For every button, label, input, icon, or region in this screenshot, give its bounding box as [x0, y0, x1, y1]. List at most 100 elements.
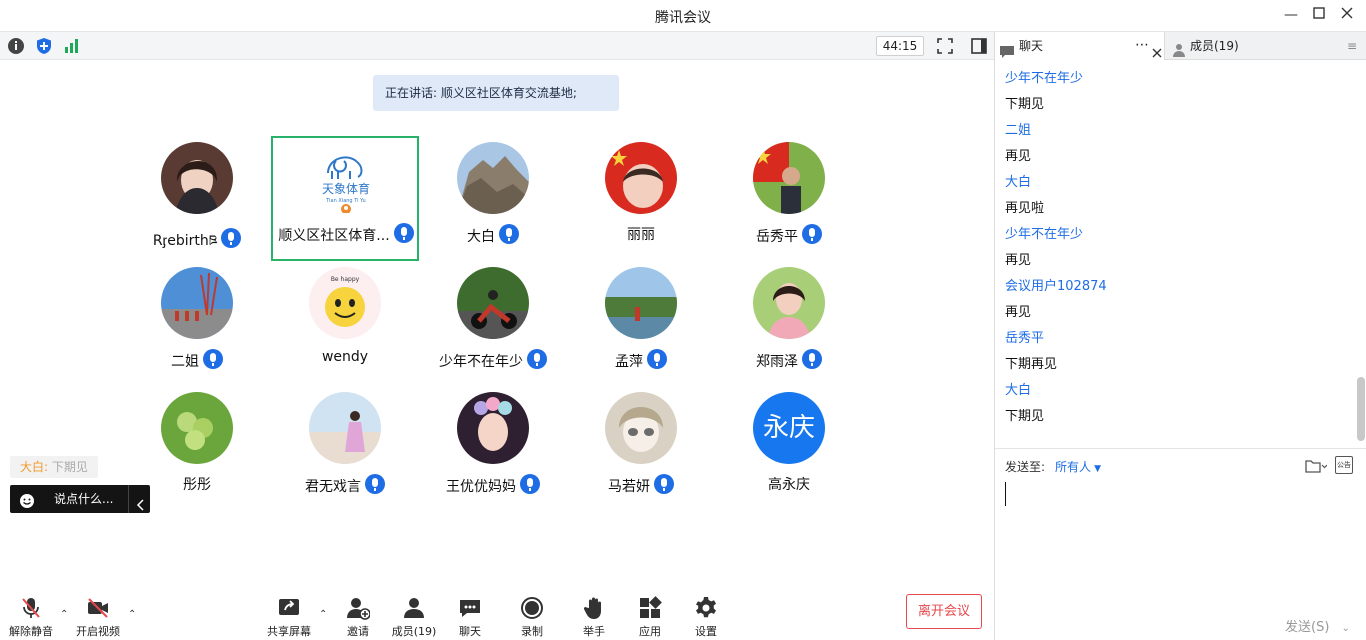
participant-tile-active-speaker[interactable]: 天象体育 Tian Xiang Ti Yu 顺义区社区体育...	[271, 136, 419, 261]
participant-tile[interactable]: 孟萍	[566, 262, 716, 386]
chat-message: 下期见	[1005, 409, 1045, 424]
tab-members[interactable]: 成员(19)	[1166, 32, 1336, 60]
chat-sender: 大白	[1005, 175, 1032, 190]
emoji-icon[interactable]	[19, 491, 35, 519]
chat-scrollbar[interactable]	[1357, 377, 1365, 441]
raise-hand-button[interactable]: 举手	[564, 596, 624, 639]
avatar-badge-text: Be happy	[331, 276, 360, 283]
menu-icon[interactable]: ≡	[1337, 32, 1366, 60]
logo-subtext: Tian Xiang Ti Yu	[325, 198, 365, 204]
send-to-selector[interactable]: 发送至: 所有人 ▼	[1005, 458, 1101, 475]
invite-icon	[347, 598, 370, 620]
notice-icon[interactable]: 公告	[1335, 456, 1353, 474]
chat-input-caret[interactable]	[1005, 482, 1006, 506]
avatar	[605, 267, 677, 339]
send-to-label: 发送至:	[1005, 460, 1046, 474]
meeting-timer: 44:15	[876, 36, 924, 56]
mic-icon	[203, 349, 223, 369]
participant-tile[interactable]: 马若妍	[566, 387, 716, 511]
participant-tile[interactable]: 丽丽	[566, 137, 716, 261]
chat-message: 再见	[1005, 305, 1032, 320]
avatar	[161, 392, 233, 464]
avatar	[753, 142, 825, 214]
apps-icon	[640, 596, 662, 618]
apps-button[interactable]: 应用	[620, 596, 680, 639]
members-button[interactable]: 成员(19)	[384, 596, 444, 639]
video-grid: 正在讲话: 顺义区社区体育交流基地; Rᶉebirthཋ 天象体育 Tian X…	[0, 61, 994, 591]
mic-icon	[802, 224, 822, 244]
start-video-label: 开启视频	[76, 625, 120, 638]
chat-button[interactable]: 聊天	[440, 596, 500, 639]
avatar	[605, 142, 677, 214]
participant-name: 顺义区社区体育...	[278, 228, 390, 244]
avatar	[457, 142, 529, 214]
settings-label: 设置	[695, 625, 717, 638]
chat-message-list: 少年不在年少 下期见 二姐 再见 大白 再见啦 少年不在年少 再见 会议用户10…	[995, 61, 1357, 451]
speaking-indicator: 正在讲话: 顺义区社区体育交流基地;	[373, 75, 619, 111]
hand-icon	[583, 597, 601, 619]
mic-icon	[520, 474, 540, 494]
participant-name: 大白	[467, 229, 495, 245]
signal-icon[interactable]	[63, 37, 81, 55]
quick-chat-input[interactable]: 说点什么...	[10, 485, 150, 513]
settings-button[interactable]: 设置	[676, 596, 736, 639]
chat-sender: 二姐	[1005, 123, 1032, 138]
send-button-label: 发送(S)	[1285, 620, 1330, 635]
participant-name: 丽丽	[627, 227, 655, 243]
tab-chat[interactable]: 聊天 ⋯	[995, 32, 1165, 60]
participant-tile[interactable]: 王优优妈妈	[418, 387, 568, 511]
chevron-up-icon[interactable]: ⌃	[128, 609, 136, 620]
participant-tile[interactable]: 永庆 高永庆	[714, 387, 864, 511]
maximize-button[interactable]	[1310, 6, 1328, 24]
participant-tile[interactable]: 岳秀平	[714, 137, 864, 261]
invite-button[interactable]: 邀请	[328, 596, 388, 639]
minimize-button[interactable]: —	[1282, 6, 1300, 24]
leave-meeting-button[interactable]: 离开会议	[906, 594, 982, 629]
folder-icon[interactable]	[1305, 458, 1328, 477]
participant-tile[interactable]: 二姐	[122, 262, 272, 386]
record-button[interactable]: 录制	[502, 596, 562, 639]
participant-name: 王优优妈妈	[446, 479, 516, 495]
security-shield-icon[interactable]	[35, 37, 53, 55]
chevron-down-icon[interactable]: ⌄	[1342, 623, 1350, 634]
share-screen-label: 共享屏幕	[267, 625, 311, 638]
avatar-initials: 永庆	[762, 413, 815, 443]
unmute-button[interactable]: 解除静音	[1, 596, 61, 639]
toast-message: 下期见	[51, 460, 88, 474]
participant-tile[interactable]: Be happy wendy	[270, 262, 420, 386]
participant-tile[interactable]: 郑雨泽	[714, 262, 864, 386]
toast-sender: 大白:	[20, 460, 49, 474]
chevron-left-icon[interactable]	[136, 493, 146, 521]
logo-text: 天象体育	[322, 181, 370, 196]
participant-tile[interactable]: 少年不在年少	[418, 262, 568, 386]
chat-sender: 少年不在年少	[1005, 227, 1084, 242]
chat-sender: 会议用户102874	[1005, 279, 1107, 294]
layout-icon[interactable]	[970, 37, 988, 55]
share-screen-button[interactable]: 共享屏幕	[259, 596, 319, 639]
mic-icon	[221, 228, 242, 248]
mic-icon	[393, 223, 414, 243]
window-title: 腾讯会议	[655, 10, 711, 26]
chevron-up-icon[interactable]: ⌃	[319, 609, 327, 620]
send-button[interactable]: 发送(S) ⌄	[1285, 616, 1350, 635]
fullscreen-icon[interactable]	[936, 37, 954, 55]
participant-tile[interactable]: 君无戏言	[270, 387, 420, 511]
start-video-button[interactable]: 开启视频	[68, 596, 128, 639]
send-to-target[interactable]: 所有人	[1055, 460, 1091, 474]
participant-name: 郑雨泽	[756, 354, 798, 370]
participant-tile[interactable]: Rᶉebirthཋ	[122, 137, 272, 261]
record-icon	[521, 597, 543, 619]
video-off-icon	[88, 598, 108, 618]
participant-tile[interactable]: 大白	[418, 137, 568, 261]
close-icon	[1341, 7, 1353, 19]
close-button[interactable]	[1338, 6, 1356, 24]
info-icon[interactable]	[7, 37, 25, 55]
avatar	[753, 267, 825, 339]
mic-icon	[802, 349, 822, 369]
avatar: Be happy	[309, 267, 381, 339]
apps-label: 应用	[639, 625, 661, 638]
raise-hand-label: 举手	[583, 625, 605, 638]
more-icon[interactable]: ⋯	[1135, 31, 1149, 59]
chat-sender: 大白	[1005, 383, 1032, 398]
chat-icon	[460, 600, 480, 617]
